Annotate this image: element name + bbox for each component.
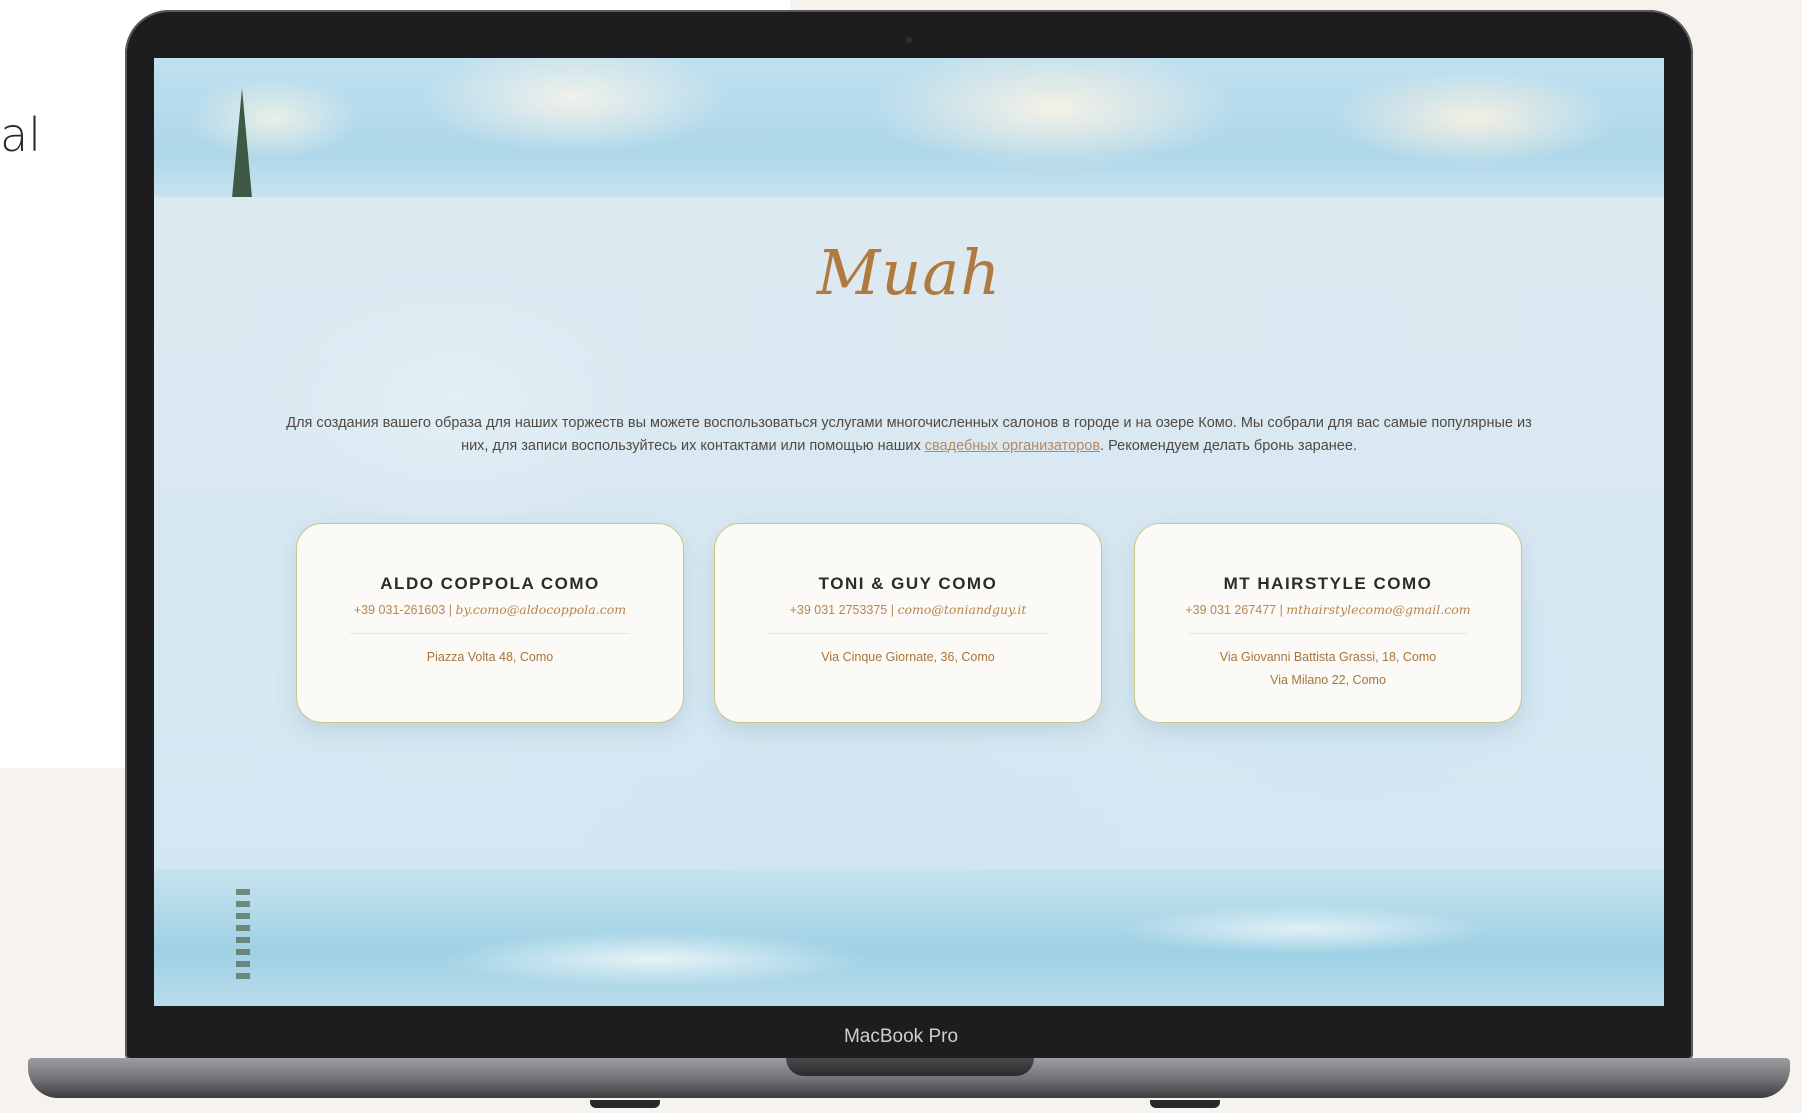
salon-address: Piazza Volta 48, Como bbox=[426, 650, 554, 664]
laptop-model-label: MacBook Pro bbox=[843, 1026, 959, 1047]
salon-email[interactable]: como@toniandguy.it bbox=[897, 602, 1026, 617]
watercolor-footer bbox=[154, 869, 1664, 1006]
salon-phone[interactable]: +39 031 267477 bbox=[1185, 603, 1276, 617]
contact-separator: | bbox=[1276, 603, 1287, 617]
watercolor-header bbox=[154, 58, 1664, 198]
laptop-screen: Muah Для создания вашего образа для наши… bbox=[154, 58, 1664, 1006]
salon-contact: +39 031 2753375 | como@toniandguy.it bbox=[715, 602, 1101, 617]
cypress-tree-illustration bbox=[232, 88, 252, 198]
salon-card-aldo-coppola: ALDO COPPOLA COMO +39 031-261603 | by.co… bbox=[296, 523, 684, 723]
salon-name: TONI & GUY COMO bbox=[818, 574, 998, 593]
salon-email[interactable]: by.como@aldocoppola.com bbox=[455, 602, 626, 617]
card-divider bbox=[350, 633, 630, 634]
salon-address: Via Milano 22, Como bbox=[1270, 673, 1386, 687]
intro-paragraph: Для создания вашего образа для наших тор… bbox=[284, 412, 1534, 458]
laptop-foot bbox=[590, 1100, 660, 1108]
card-divider bbox=[1188, 633, 1468, 634]
salon-phone[interactable]: +39 031-261603 bbox=[354, 603, 445, 617]
salon-contact: +39 031-261603 | by.como@aldocoppola.com bbox=[297, 602, 683, 617]
salon-phone[interactable]: +39 031 2753375 bbox=[790, 603, 888, 617]
partial-side-text: al bbox=[0, 108, 41, 162]
salon-card-toni-guy: TONI & GUY COMO +39 031 2753375 | como@t… bbox=[714, 523, 1102, 723]
laptop-notch bbox=[786, 1058, 1034, 1076]
laptop-foot bbox=[1150, 1100, 1220, 1108]
camera-icon bbox=[906, 37, 912, 43]
wedding-planners-link[interactable]: свадебных организаторов bbox=[925, 438, 1100, 454]
salon-cards: ALDO COPPOLA COMO +39 031-261603 | by.co… bbox=[296, 523, 1528, 723]
site-logo[interactable]: Muah bbox=[154, 236, 1664, 309]
salon-email[interactable]: mthairstylecomo@gmail.com bbox=[1286, 602, 1470, 617]
lake-reflection-illustration bbox=[236, 889, 250, 979]
salon-address: Via Cinque Giornate, 36, Como bbox=[821, 650, 995, 664]
salon-name: MT HAIRSTYLE COMO bbox=[1223, 574, 1433, 593]
contact-separator: | bbox=[445, 603, 456, 617]
contact-separator: | bbox=[887, 603, 898, 617]
salon-card-mt-hairstyle: MT HAIRSTYLE COMO +39 031 267477 | mthai… bbox=[1134, 523, 1522, 723]
salon-name: ALDO COPPOLA COMO bbox=[380, 574, 600, 593]
intro-text-end: . Рекомендуем делать бронь заранее. bbox=[1100, 438, 1357, 454]
card-divider bbox=[768, 633, 1048, 634]
salon-address: Via Giovanni Battista Grassi, 18, Como bbox=[1219, 650, 1437, 664]
salon-contact: +39 031 267477 | mthairstylecomo@gmail.c… bbox=[1135, 602, 1521, 617]
